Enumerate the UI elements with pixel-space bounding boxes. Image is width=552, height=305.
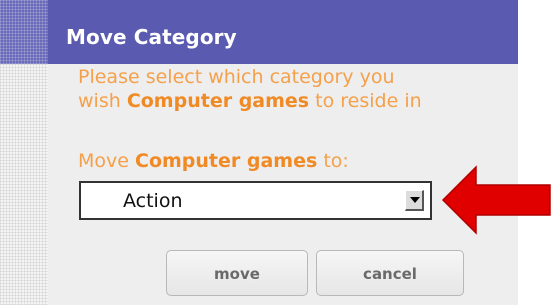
red-arrow-left-icon: [441, 165, 551, 235]
dropdown-button[interactable]: [405, 190, 424, 211]
instruction-line-1: Please select which category you: [78, 66, 395, 88]
move-button[interactable]: move: [166, 250, 308, 296]
move-to-label: Move Computer games to:: [78, 149, 349, 173]
instruction-category-name: Computer games: [126, 90, 310, 112]
category-select-value: Action: [123, 190, 183, 212]
move-to-prefix: Move: [78, 150, 135, 172]
category-select[interactable]: Action: [79, 181, 432, 220]
instruction-text: Please select which category you wish Co…: [78, 65, 518, 113]
instruction-line-2-suffix: to reside in: [309, 90, 422, 112]
move-category-dialog: Move Category Please select which catego…: [0, 0, 518, 305]
dialog-title: Move Category: [66, 25, 237, 49]
move-to-suffix: to:: [317, 150, 349, 172]
instruction-line-2: wish Computer games to reside in: [78, 89, 518, 113]
title-bar-grip-texture: [0, 0, 48, 64]
dialog-title-bar: Move Category: [0, 0, 518, 64]
red-arrow-shape: [441, 165, 551, 235]
triangle-down-icon: [410, 197, 420, 203]
instruction-line-2-prefix: wish: [78, 90, 127, 112]
move-to-category-name: Computer games: [135, 150, 318, 172]
cancel-button[interactable]: cancel: [316, 250, 464, 296]
